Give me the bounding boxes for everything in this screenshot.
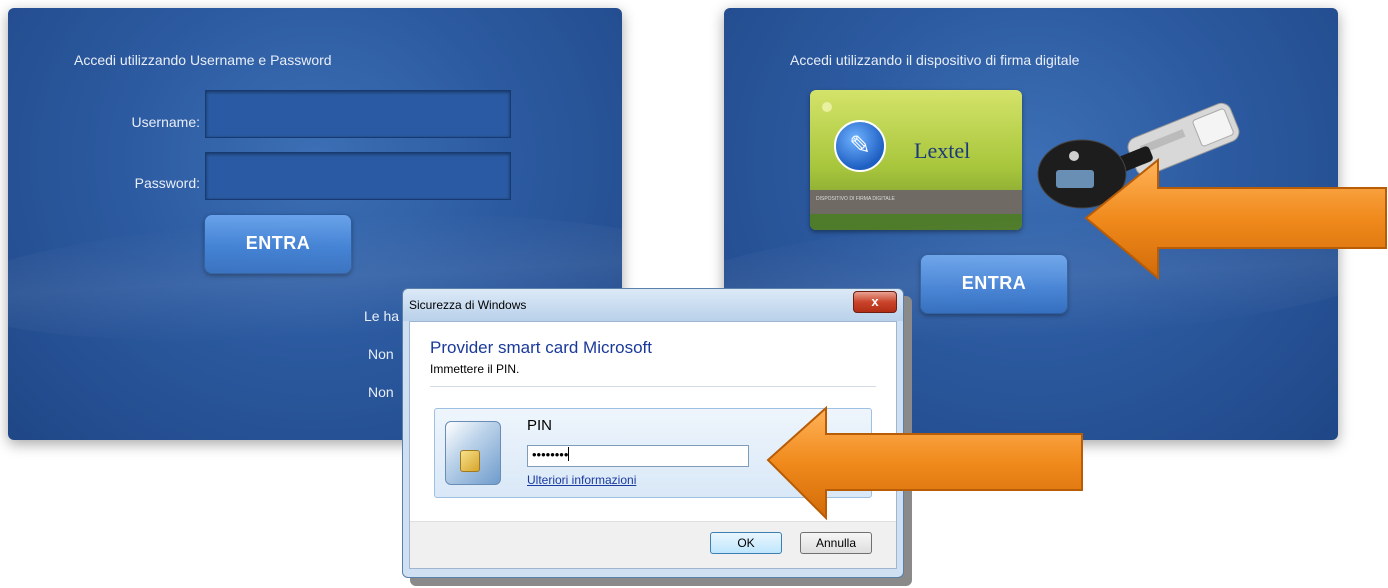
card-brand: Lextel bbox=[914, 138, 971, 163]
pin-value: •••••••• bbox=[532, 447, 569, 462]
dialog-separator bbox=[430, 386, 876, 387]
chip-icon bbox=[460, 450, 480, 472]
dialog-footer: OK Annulla bbox=[410, 521, 896, 568]
password-label: Password: bbox=[134, 175, 200, 191]
username-label: Username: bbox=[131, 114, 200, 130]
smart-card-image: ✎ Lextel DISPOSITIVO DI FIRMA DIGITALE bbox=[810, 90, 1022, 230]
arrow-pointer-token bbox=[1084, 157, 1387, 281]
more-info-link[interactable]: Ulteriori informazioni bbox=[527, 473, 636, 487]
arrow-pointer-pin bbox=[766, 405, 1083, 521]
enter-button[interactable]: ENTRA bbox=[204, 214, 352, 274]
pin-label: PIN bbox=[527, 417, 553, 434]
enter-button[interactable]: ENTRA bbox=[920, 254, 1068, 314]
card-dot bbox=[822, 102, 832, 112]
help-link-1[interactable]: Le ha bbox=[364, 308, 399, 324]
text-cursor bbox=[568, 447, 570, 461]
card-footer-band bbox=[810, 214, 1022, 230]
dialog-heading: Provider smart card Microsoft bbox=[430, 338, 652, 357]
panel-title: Accedi utilizzando Username e Password bbox=[74, 52, 332, 68]
close-button[interactable]: x bbox=[853, 291, 897, 313]
dialog-title: Sicurezza di Windows bbox=[409, 298, 527, 312]
smartcard-icon bbox=[445, 421, 501, 485]
help-link-2[interactable]: Non bbox=[368, 346, 394, 362]
signature-icon: ✎ bbox=[834, 120, 886, 172]
help-link-3[interactable]: Non bbox=[368, 384, 394, 400]
dialog-subheading: Immettere il PIN. bbox=[430, 362, 520, 376]
cancel-button[interactable]: Annulla bbox=[800, 532, 872, 554]
card-small-text: DISPOSITIVO DI FIRMA DIGITALE bbox=[816, 196, 895, 202]
card-stripe bbox=[810, 190, 1022, 214]
ok-button[interactable]: OK bbox=[710, 532, 782, 554]
pin-input[interactable]: •••••••• bbox=[527, 445, 749, 467]
panel-title: Accedi utilizzando il dispositivo di fir… bbox=[790, 52, 1080, 68]
password-input[interactable] bbox=[205, 152, 511, 200]
username-input[interactable] bbox=[205, 90, 511, 138]
dialog-titlebar[interactable]: Sicurezza di Windows x bbox=[403, 289, 903, 321]
